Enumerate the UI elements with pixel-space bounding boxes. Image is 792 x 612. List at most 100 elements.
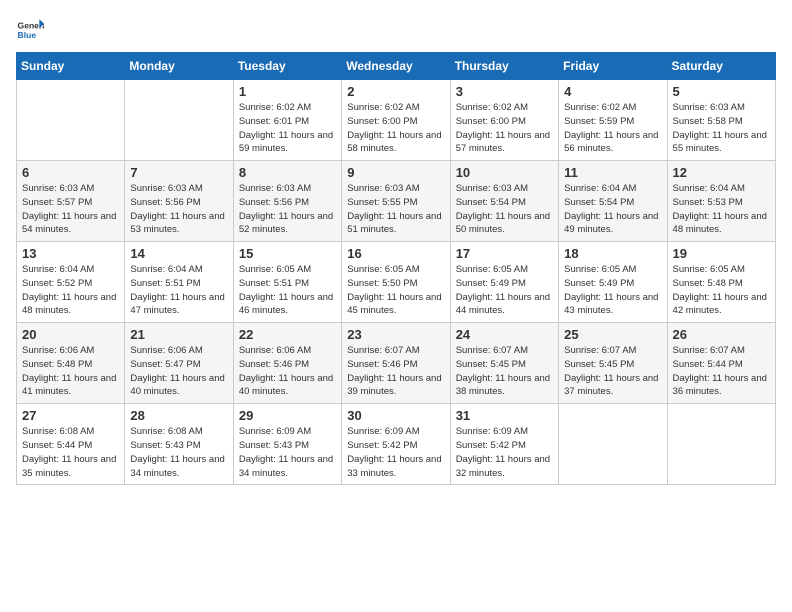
day-info: Sunrise: 6:07 AM Sunset: 5:45 PM Dayligh… xyxy=(564,344,661,399)
day-number: 12 xyxy=(673,165,770,180)
weekday-header: Friday xyxy=(559,53,667,80)
day-info: Sunrise: 6:05 AM Sunset: 5:50 PM Dayligh… xyxy=(347,263,444,318)
calendar-week-row: 20 Sunrise: 6:06 AM Sunset: 5:48 PM Dayli… xyxy=(17,323,776,404)
day-info: Sunrise: 6:02 AM Sunset: 6:00 PM Dayligh… xyxy=(456,101,553,156)
calendar-cell: 30 Sunrise: 6:09 AM Sunset: 5:42 PM Dayli… xyxy=(342,404,450,485)
day-info: Sunrise: 6:07 AM Sunset: 5:45 PM Dayligh… xyxy=(456,344,553,399)
calendar-week-row: 13 Sunrise: 6:04 AM Sunset: 5:52 PM Dayli… xyxy=(17,242,776,323)
day-number: 24 xyxy=(456,327,553,342)
calendar-cell: 20 Sunrise: 6:06 AM Sunset: 5:48 PM Dayli… xyxy=(17,323,125,404)
day-info: Sunrise: 6:02 AM Sunset: 5:59 PM Dayligh… xyxy=(564,101,661,156)
day-info: Sunrise: 6:08 AM Sunset: 5:44 PM Dayligh… xyxy=(22,425,119,480)
weekday-header: Monday xyxy=(125,53,233,80)
weekday-header: Saturday xyxy=(667,53,775,80)
day-number: 4 xyxy=(564,84,661,99)
day-info: Sunrise: 6:09 AM Sunset: 5:43 PM Dayligh… xyxy=(239,425,336,480)
day-number: 3 xyxy=(456,84,553,99)
day-info: Sunrise: 6:04 AM Sunset: 5:53 PM Dayligh… xyxy=(673,182,770,237)
calendar-week-row: 27 Sunrise: 6:08 AM Sunset: 5:44 PM Dayli… xyxy=(17,404,776,485)
calendar-cell xyxy=(17,80,125,161)
day-info: Sunrise: 6:02 AM Sunset: 6:01 PM Dayligh… xyxy=(239,101,336,156)
calendar-cell: 12 Sunrise: 6:04 AM Sunset: 5:53 PM Dayli… xyxy=(667,161,775,242)
calendar-cell: 11Sunrise: 6:04 AM Sunset: 5:54 PM Dayli… xyxy=(559,161,667,242)
day-number: 8 xyxy=(239,165,336,180)
day-number: 2 xyxy=(347,84,444,99)
calendar-cell xyxy=(125,80,233,161)
calendar-cell: 21Sunrise: 6:06 AM Sunset: 5:47 PM Dayli… xyxy=(125,323,233,404)
day-info: Sunrise: 6:04 AM Sunset: 5:52 PM Dayligh… xyxy=(22,263,119,318)
day-info: Sunrise: 6:08 AM Sunset: 5:43 PM Dayligh… xyxy=(130,425,227,480)
day-number: 21 xyxy=(130,327,227,342)
day-number: 5 xyxy=(673,84,770,99)
calendar-cell: 13 Sunrise: 6:04 AM Sunset: 5:52 PM Dayli… xyxy=(17,242,125,323)
calendar-cell: 25 Sunrise: 6:07 AM Sunset: 5:45 PM Dayli… xyxy=(559,323,667,404)
weekday-header: Sunday xyxy=(17,53,125,80)
day-number: 1 xyxy=(239,84,336,99)
calendar-cell: 26 Sunrise: 6:07 AM Sunset: 5:44 PM Dayli… xyxy=(667,323,775,404)
weekday-header-row: SundayMondayTuesdayWednesdayThursdayFrid… xyxy=(17,53,776,80)
day-number: 26 xyxy=(673,327,770,342)
calendar-cell: 7Sunrise: 6:03 AM Sunset: 5:56 PM Daylig… xyxy=(125,161,233,242)
logo: General Blue xyxy=(16,16,44,44)
calendar-cell: 17Sunrise: 6:05 AM Sunset: 5:49 PM Dayli… xyxy=(450,242,558,323)
calendar-cell: 15Sunrise: 6:05 AM Sunset: 5:51 PM Dayli… xyxy=(233,242,341,323)
weekday-header: Tuesday xyxy=(233,53,341,80)
weekday-header: Wednesday xyxy=(342,53,450,80)
day-number: 18 xyxy=(564,246,661,261)
day-info: Sunrise: 6:06 AM Sunset: 5:48 PM Dayligh… xyxy=(22,344,119,399)
calendar-cell: 16 Sunrise: 6:05 AM Sunset: 5:50 PM Dayli… xyxy=(342,242,450,323)
calendar-cell: 4 Sunrise: 6:02 AM Sunset: 5:59 PM Daylig… xyxy=(559,80,667,161)
calendar-cell: 22 Sunrise: 6:06 AM Sunset: 5:46 PM Dayli… xyxy=(233,323,341,404)
calendar-week-row: 6 Sunrise: 6:03 AM Sunset: 5:57 PM Daylig… xyxy=(17,161,776,242)
svg-text:Blue: Blue xyxy=(18,30,37,40)
day-number: 25 xyxy=(564,327,661,342)
calendar-cell xyxy=(559,404,667,485)
weekday-header: Thursday xyxy=(450,53,558,80)
calendar-cell: 3 Sunrise: 6:02 AM Sunset: 6:00 PM Daylig… xyxy=(450,80,558,161)
day-info: Sunrise: 6:03 AM Sunset: 5:54 PM Dayligh… xyxy=(456,182,553,237)
calendar-cell: 29 Sunrise: 6:09 AM Sunset: 5:43 PM Dayli… xyxy=(233,404,341,485)
day-number: 19 xyxy=(673,246,770,261)
calendar-cell: 2 Sunrise: 6:02 AM Sunset: 6:00 PM Daylig… xyxy=(342,80,450,161)
calendar-cell: 1 Sunrise: 6:02 AM Sunset: 6:01 PM Daylig… xyxy=(233,80,341,161)
day-info: Sunrise: 6:06 AM Sunset: 5:46 PM Dayligh… xyxy=(239,344,336,399)
day-number: 16 xyxy=(347,246,444,261)
calendar-week-row: 1 Sunrise: 6:02 AM Sunset: 6:01 PM Daylig… xyxy=(17,80,776,161)
day-number: 15 xyxy=(239,246,336,261)
day-number: 10 xyxy=(456,165,553,180)
calendar-cell: 8 Sunrise: 6:03 AM Sunset: 5:56 PM Daylig… xyxy=(233,161,341,242)
day-info: Sunrise: 6:02 AM Sunset: 6:00 PM Dayligh… xyxy=(347,101,444,156)
calendar-table: SundayMondayTuesdayWednesdayThursdayFrid… xyxy=(16,52,776,485)
day-number: 7 xyxy=(130,165,227,180)
day-number: 23 xyxy=(347,327,444,342)
day-number: 20 xyxy=(22,327,119,342)
calendar-cell: 19 Sunrise: 6:05 AM Sunset: 5:48 PM Dayli… xyxy=(667,242,775,323)
day-number: 6 xyxy=(22,165,119,180)
calendar-cell xyxy=(667,404,775,485)
day-number: 13 xyxy=(22,246,119,261)
calendar-cell: 31Sunrise: 6:09 AM Sunset: 5:42 PM Dayli… xyxy=(450,404,558,485)
calendar-cell: 9Sunrise: 6:03 AM Sunset: 5:55 PM Daylig… xyxy=(342,161,450,242)
day-info: Sunrise: 6:03 AM Sunset: 5:58 PM Dayligh… xyxy=(673,101,770,156)
calendar-cell: 10 Sunrise: 6:03 AM Sunset: 5:54 PM Dayli… xyxy=(450,161,558,242)
day-info: Sunrise: 6:03 AM Sunset: 5:57 PM Dayligh… xyxy=(22,182,119,237)
calendar-cell: 5 Sunrise: 6:03 AM Sunset: 5:58 PM Daylig… xyxy=(667,80,775,161)
day-info: Sunrise: 6:09 AM Sunset: 5:42 PM Dayligh… xyxy=(347,425,444,480)
day-number: 27 xyxy=(22,408,119,423)
day-info: Sunrise: 6:05 AM Sunset: 5:48 PM Dayligh… xyxy=(673,263,770,318)
calendar-cell: 23Sunrise: 6:07 AM Sunset: 5:46 PM Dayli… xyxy=(342,323,450,404)
day-info: Sunrise: 6:03 AM Sunset: 5:56 PM Dayligh… xyxy=(239,182,336,237)
day-info: Sunrise: 6:07 AM Sunset: 5:44 PM Dayligh… xyxy=(673,344,770,399)
day-info: Sunrise: 6:04 AM Sunset: 5:54 PM Dayligh… xyxy=(564,182,661,237)
calendar-cell: 6 Sunrise: 6:03 AM Sunset: 5:57 PM Daylig… xyxy=(17,161,125,242)
day-info: Sunrise: 6:03 AM Sunset: 5:55 PM Dayligh… xyxy=(347,182,444,237)
day-info: Sunrise: 6:04 AM Sunset: 5:51 PM Dayligh… xyxy=(130,263,227,318)
day-number: 30 xyxy=(347,408,444,423)
calendar-cell: 18Sunrise: 6:05 AM Sunset: 5:49 PM Dayli… xyxy=(559,242,667,323)
day-number: 29 xyxy=(239,408,336,423)
day-number: 22 xyxy=(239,327,336,342)
day-info: Sunrise: 6:05 AM Sunset: 5:49 PM Dayligh… xyxy=(456,263,553,318)
day-number: 28 xyxy=(130,408,227,423)
day-info: Sunrise: 6:09 AM Sunset: 5:42 PM Dayligh… xyxy=(456,425,553,480)
logo-icon: General Blue xyxy=(16,16,44,44)
